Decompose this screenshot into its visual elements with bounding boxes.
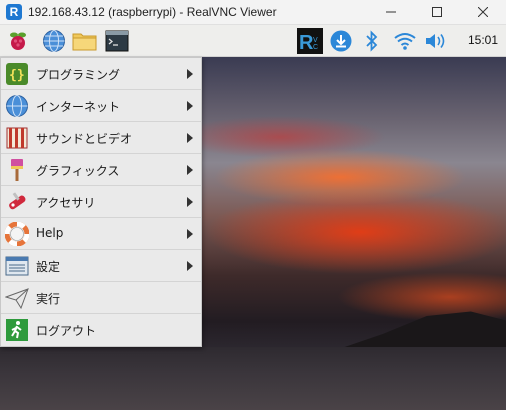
- menu-item-help[interactable]: Help: [1, 218, 201, 250]
- menu-item-label: Help: [36, 226, 64, 240]
- menu-item-settings[interactable]: 設定: [1, 250, 201, 282]
- terminal-launcher[interactable]: [103, 27, 131, 55]
- paper-plane-icon: [5, 288, 29, 310]
- menu-item-logout[interactable]: ログアウト: [1, 314, 201, 346]
- bluetooth-icon: [366, 30, 378, 52]
- chevron-right-icon: [187, 229, 193, 239]
- wifi-icon: [394, 33, 416, 50]
- menu-item-sound-video[interactable]: サウンドとビデオ: [1, 122, 201, 154]
- chevron-right-icon: [187, 133, 193, 143]
- window-titlebar: R 192.168.43.12 (raspberrypi) - RealVNC …: [0, 0, 506, 25]
- sound-video-icon: [6, 127, 28, 149]
- file-manager-launcher[interactable]: [71, 27, 99, 55]
- programming-icon: {}: [6, 63, 28, 85]
- help-icon: [5, 222, 29, 246]
- svg-text:R: R: [299, 32, 314, 54]
- menu-item-label: 実行: [36, 292, 61, 306]
- realvnc-app-icon: R: [6, 4, 22, 20]
- menu-item-label: プログラミング: [36, 68, 121, 82]
- chevron-right-icon: [187, 197, 193, 207]
- maximize-button[interactable]: [414, 0, 460, 24]
- top-panel: R V C 15:01: [0, 25, 506, 57]
- svg-text:{}: {}: [9, 68, 25, 83]
- raspberry-menu-button[interactable]: [4, 27, 32, 55]
- settings-icon: [5, 256, 29, 276]
- maximize-icon: [432, 7, 442, 17]
- svg-text:C: C: [313, 44, 318, 51]
- terminal-icon: [105, 30, 129, 52]
- raspberry-icon: [10, 32, 26, 50]
- bluetooth-tray-button[interactable]: [358, 27, 386, 55]
- svg-text:V: V: [313, 37, 318, 44]
- chevron-right-icon: [187, 69, 193, 79]
- close-button[interactable]: [460, 0, 506, 24]
- menu-item-internet[interactable]: インターネット: [1, 90, 201, 122]
- updates-tray-button[interactable]: [327, 27, 355, 55]
- menu-item-label: 設定: [36, 260, 61, 274]
- application-menu: {} プログラミング インターネット サウンドとビデオ グラフィックス アクセサ…: [0, 57, 202, 347]
- volume-tray-button[interactable]: [422, 27, 450, 55]
- wallpaper-water: [0, 347, 506, 410]
- chevron-right-icon: [187, 165, 193, 175]
- graphics-icon: [11, 159, 23, 181]
- chevron-right-icon: [187, 261, 193, 271]
- close-icon: [478, 7, 488, 17]
- globe-icon: [43, 30, 65, 52]
- minimize-icon: [386, 11, 396, 13]
- menu-item-label: グラフィックス: [36, 164, 120, 178]
- window-title: 192.168.43.12 (raspberrypi) - RealVNC Vi…: [28, 5, 277, 19]
- menu-item-graphics[interactable]: グラフィックス: [1, 154, 201, 186]
- realvnc-icon: R V C: [297, 28, 323, 54]
- globe-icon: [6, 95, 28, 117]
- menu-item-label: サウンドとビデオ: [36, 132, 133, 146]
- menu-item-label: アクセサリ: [36, 196, 96, 210]
- download-update-icon: [330, 30, 352, 52]
- logout-icon: [6, 319, 28, 341]
- chevron-right-icon: [187, 101, 193, 111]
- realvnc-tray-button[interactable]: R V C: [296, 27, 324, 55]
- menu-item-programming[interactable]: {} プログラミング: [1, 58, 201, 90]
- minimize-button[interactable]: [368, 0, 414, 24]
- accessories-icon: [9, 192, 26, 210]
- menu-item-label: ログアウト: [36, 324, 97, 338]
- wifi-tray-button[interactable]: [391, 27, 419, 55]
- menu-item-accessories[interactable]: アクセサリ: [1, 186, 201, 218]
- wallpaper-mountain: [330, 311, 506, 352]
- folder-icon: [72, 33, 97, 51]
- web-browser-launcher[interactable]: [40, 27, 68, 55]
- panel-clock[interactable]: 15:01: [468, 33, 498, 47]
- menu-item-label: インターネット: [36, 100, 121, 114]
- menu-item-run[interactable]: 実行: [1, 282, 201, 314]
- volume-icon: [426, 34, 445, 48]
